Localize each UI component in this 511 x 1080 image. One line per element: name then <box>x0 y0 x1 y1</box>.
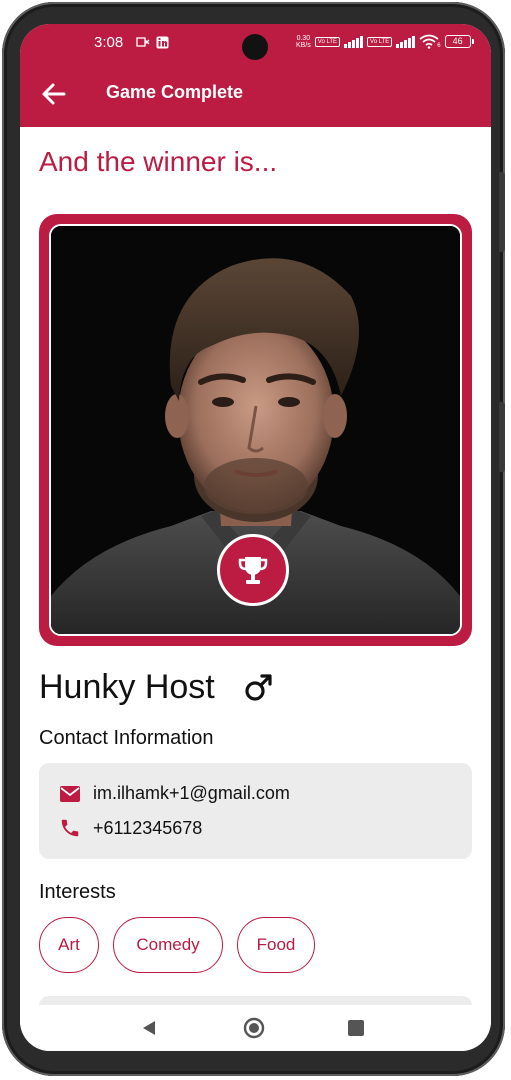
volume-button <box>499 172 505 252</box>
phone-text: +6112345678 <box>93 817 203 838</box>
back-button[interactable] <box>38 78 70 110</box>
app-header: 3:08 0.30 KB/s Vo LTE Vo LTE 6 46 Game C… <box>20 24 491 127</box>
wifi-label: 6 <box>437 43 441 49</box>
interests-list: Art Comedy Food <box>39 917 315 973</box>
status-icons: 0.30 KB/s Vo LTE Vo LTE 6 46 <box>296 34 474 49</box>
recents-square-icon <box>348 1020 364 1036</box>
volte-badge-2: Vo LTE <box>367 36 393 47</box>
power-button <box>499 402 505 472</box>
contact-info-heading: Contact Information <box>39 727 214 749</box>
phone-row[interactable]: +6112345678 <box>59 817 202 839</box>
male-icon <box>244 672 274 707</box>
arrow-left-icon <box>42 83 66 105</box>
winner-name: Hunky Host <box>39 668 215 706</box>
headline: And the winner is... <box>39 146 278 177</box>
home-circle-icon <box>243 1017 265 1039</box>
dx-icon <box>136 36 150 51</box>
interest-chip[interactable]: Comedy <box>113 917 223 973</box>
battery-icon: 46 <box>444 35 474 48</box>
contact-card: im.ilhamk+1@gmail.com +6112345678 <box>39 763 472 859</box>
signal-icon-2 <box>396 35 416 48</box>
nav-home-button[interactable] <box>243 1017 265 1044</box>
app-bar: Game Complete <box>20 72 491 117</box>
status-time: 3:08 <box>94 34 124 51</box>
email-icon <box>60 785 80 802</box>
trophy-icon <box>238 557 268 584</box>
app-title: Game Complete <box>106 82 244 102</box>
nav-back-button[interactable] <box>140 1019 158 1042</box>
system-nav-bar <box>20 1005 491 1051</box>
interests-heading: Interests <box>39 881 116 903</box>
email-row[interactable]: im.ilhamk+1@gmail.com <box>59 783 290 804</box>
signal-icon <box>344 35 364 48</box>
wifi-icon: 6 <box>419 34 441 49</box>
net-speed-unit: KB/s <box>296 41 311 49</box>
front-camera <box>242 34 268 60</box>
phone-icon <box>61 819 79 837</box>
phone-frame: 3:08 0.30 KB/s Vo LTE Vo LTE 6 46 Game C… <box>2 2 505 1076</box>
battery-level: 46 <box>444 35 471 48</box>
winner-photo-card <box>39 214 472 646</box>
interest-chip[interactable]: Art <box>39 917 99 973</box>
back-triangle-icon <box>143 1021 155 1035</box>
volte-badge: Vo LTE <box>314 36 341 47</box>
trophy-badge <box>217 534 289 606</box>
interest-chip[interactable]: Food <box>237 917 315 973</box>
net-speed: 0.30 KB/s <box>296 35 311 49</box>
linkedin-icon <box>156 36 169 52</box>
screen: 3:08 0.30 KB/s Vo LTE Vo LTE 6 46 Game C… <box>20 24 491 1051</box>
email-text: im.ilhamk+1@gmail.com <box>93 783 290 803</box>
net-speed-value: 0.30 <box>296 34 311 42</box>
status-bar: 3:08 0.30 KB/s Vo LTE Vo LTE 6 46 <box>20 24 491 64</box>
nav-recents-button[interactable] <box>347 1019 365 1042</box>
